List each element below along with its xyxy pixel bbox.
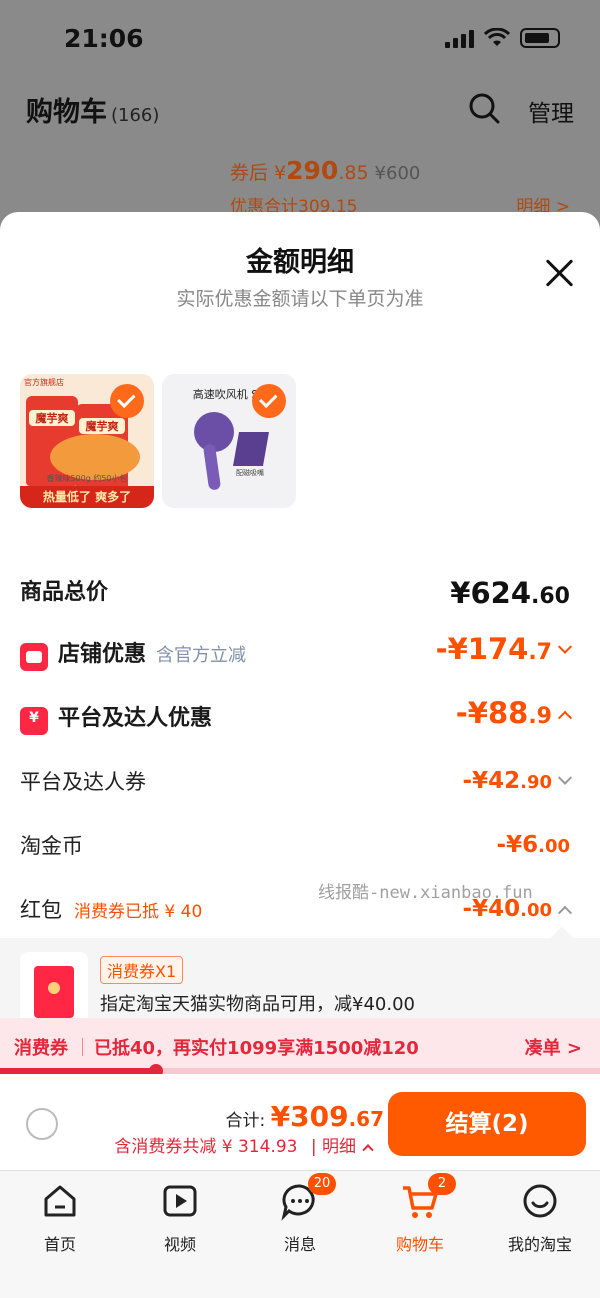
chevron-up-icon xyxy=(557,905,573,920)
page-title: 购物车 (166) xyxy=(26,97,160,128)
coupon-badge: 消费券X1 xyxy=(100,956,184,984)
cart-count: (166) xyxy=(111,105,160,126)
video-icon xyxy=(163,1185,197,1217)
consumption-coupon-bar[interactable]: 消费券 已抵40，再实付1099享满1500减120 凑单 > xyxy=(0,1018,600,1074)
bottom-tab-bar: 首页 视频 20 消息 2 购物车 我的淘宝 xyxy=(0,1170,600,1298)
sheet-subtitle: 实际优惠金额请以下单页为准 xyxy=(176,288,424,310)
platform-discount-value[interactable]: -¥88.9 xyxy=(456,696,573,730)
total-price-value: ¥624.60 xyxy=(450,576,570,610)
sum-discount-detail[interactable]: 含消费券共减 ¥ 314.93 | 明细 xyxy=(114,1132,374,1157)
tab-profile[interactable]: 我的淘宝 xyxy=(480,1181,600,1255)
selected-check-icon[interactable] xyxy=(110,384,144,418)
nozzle-image xyxy=(233,432,269,466)
message-badge: 20 xyxy=(308,1173,336,1195)
hongbao-value[interactable]: -¥40.00 xyxy=(463,896,573,922)
shop-discount-value[interactable]: -¥174.7 xyxy=(436,632,573,666)
official-reduction-tag: 含官方立减 xyxy=(156,645,247,666)
chevron-down-icon xyxy=(557,770,573,785)
shop-tag: 官方旗舰店 xyxy=(24,378,64,387)
tab-messages[interactable]: 20 消息 xyxy=(240,1173,360,1255)
taojinbi-value: -¥6.00 xyxy=(496,832,570,858)
detail-link[interactable]: 明细 xyxy=(322,1137,356,1157)
product-caption: 配磁吸嘴 xyxy=(236,469,264,477)
total-price-label: 商品总价 xyxy=(20,580,109,605)
status-icons xyxy=(445,28,560,48)
sheet-title: 金额明细 xyxy=(246,247,354,278)
product-thumbnail-hairdryer[interactable]: 高速吹风机 SE 配磁吸嘴 xyxy=(162,374,296,508)
signal-icon xyxy=(445,28,474,48)
tab-label: 我的淘宝 xyxy=(507,1235,572,1254)
manage-button[interactable]: 管理 xyxy=(528,94,574,128)
divider xyxy=(82,1038,83,1056)
panel-pointer xyxy=(550,926,574,950)
status-bar: 21:06 xyxy=(0,0,600,80)
coupon-icon xyxy=(20,706,48,735)
add-on-link[interactable]: 凑单 > xyxy=(525,1034,582,1060)
shop-icon xyxy=(20,642,48,671)
consumption-coupon-label: 消费券 xyxy=(14,1038,68,1059)
red-envelope-icon xyxy=(34,966,74,1018)
product-banner: 热量低了 爽多了 xyxy=(20,486,154,508)
hongbao-label: 红包 xyxy=(20,898,62,922)
chevron-down-icon xyxy=(557,639,573,654)
taojinbi-label: 淘金币 xyxy=(20,834,83,858)
sum-total: 合计: ¥309.67 xyxy=(225,1100,384,1133)
shop-discount-label: 店铺优惠 xyxy=(58,642,147,667)
platform-discount-label: 平台及达人优惠 xyxy=(58,706,213,731)
home-icon xyxy=(44,1185,76,1217)
tab-cart[interactable]: 2 购物车 xyxy=(360,1173,480,1255)
tab-home[interactable]: 首页 xyxy=(0,1181,120,1255)
product-caption: 香辣味500g 约50小包 xyxy=(46,474,128,483)
profile-icon xyxy=(523,1184,557,1218)
selected-check-icon[interactable] xyxy=(252,384,286,418)
checkout-bar: 合计: ¥309.67 含消费券共减 ¥ 314.93 | 明细 结算(2) xyxy=(0,1074,600,1170)
close-icon[interactable] xyxy=(544,258,574,288)
item-price: 券后 ¥290.85 ¥600 xyxy=(230,156,421,185)
platform-coupon-value[interactable]: -¥42.90 xyxy=(463,768,573,794)
coupon-description: 指定淘宝天猫实物商品可用，减¥40.00 xyxy=(100,994,415,1015)
product-thumbnail-konjac[interactable]: 官方旗舰店 魔芋爽 魔芋爽 香辣味500g 约50小包 热量低了 爽多了 xyxy=(20,374,154,508)
consumption-coupon-text: 已抵40，再实付1099享满1500减120 xyxy=(94,1038,419,1059)
tab-label: 首页 xyxy=(43,1235,76,1254)
battery-icon xyxy=(520,28,560,48)
hongbao-tag: 消费券已抵 ¥ 40 xyxy=(74,902,203,922)
checkout-button[interactable]: 结算(2) xyxy=(388,1092,586,1156)
select-all-radio[interactable] xyxy=(26,1108,58,1140)
tab-video[interactable]: 视频 xyxy=(120,1181,240,1255)
search-icon[interactable] xyxy=(468,92,500,124)
amount-detail-sheet: 金额明细 实际优惠金额请以下单页为准 官方旗舰店 魔芋爽 魔芋爽 香辣味500g… xyxy=(0,212,600,1170)
chevron-up-icon xyxy=(362,1144,374,1156)
platform-coupon-label: 平台及达人券 xyxy=(20,770,146,794)
tab-label: 消息 xyxy=(283,1235,316,1254)
tab-label: 购物车 xyxy=(395,1235,444,1254)
status-time: 21:06 xyxy=(64,24,144,53)
wifi-icon xyxy=(484,28,510,46)
tab-label: 视频 xyxy=(163,1235,196,1254)
cart-badge: 2 xyxy=(428,1173,456,1195)
chevron-up-icon xyxy=(557,710,573,725)
